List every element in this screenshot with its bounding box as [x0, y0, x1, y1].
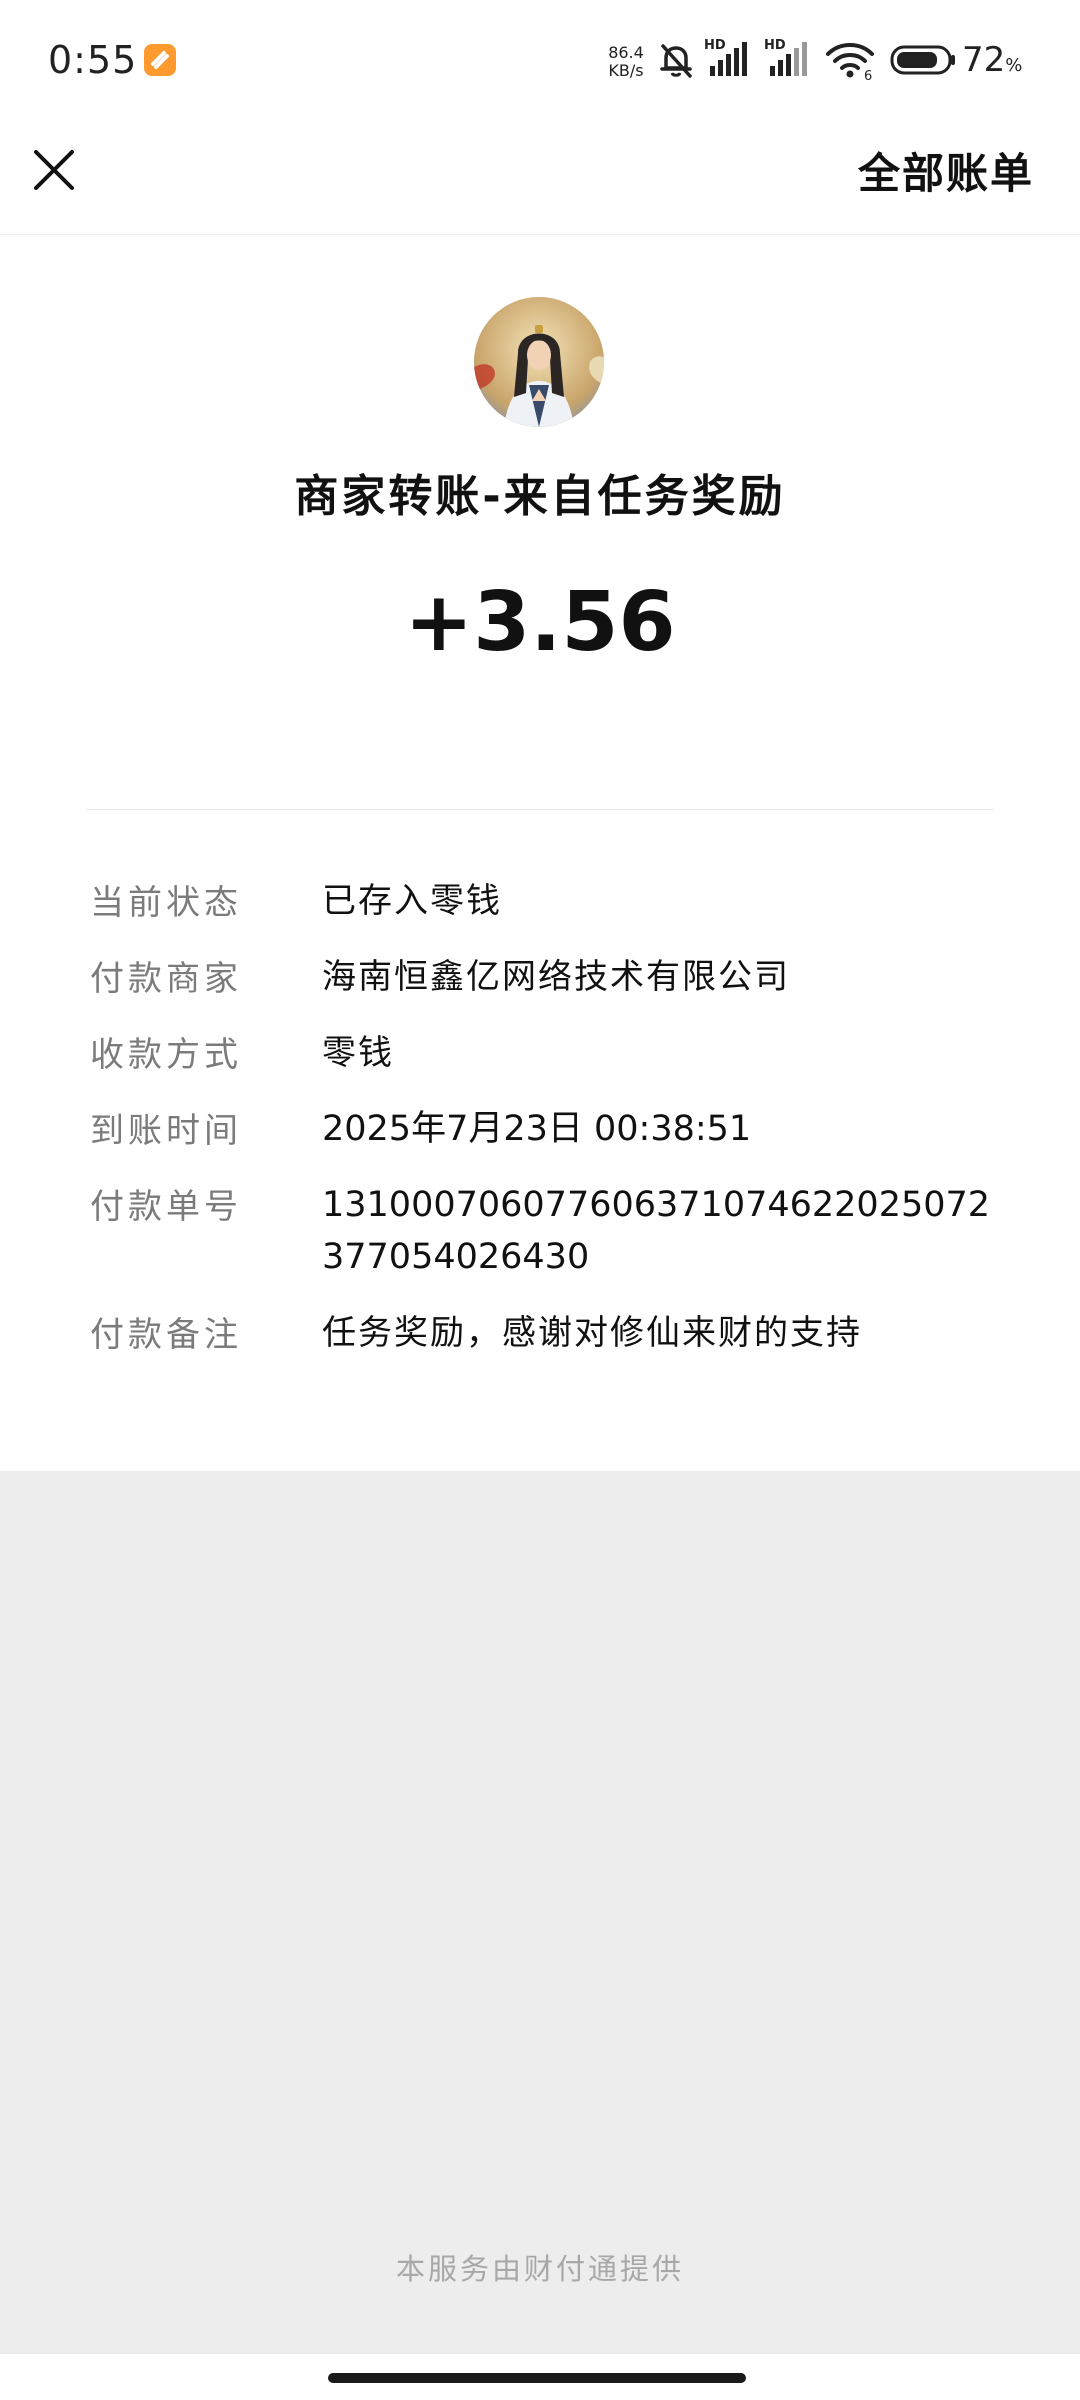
divider — [86, 809, 994, 810]
network-speed-value: 86.4 — [608, 43, 644, 62]
svg-text:6: 6 — [864, 69, 872, 82]
hd-signal-icon: HD — [764, 38, 807, 76]
svg-text:HD: HD — [704, 38, 726, 53]
mute-bell-icon — [660, 44, 692, 78]
detail-value[interactable]: 1310007060776063710746220250723770540264… — [322, 1179, 1002, 1283]
network-speed-unit: KB/s — [608, 61, 644, 80]
detail-label: 收款方式 — [90, 1035, 242, 1075]
status-bar: 0:55 86.4 KB/s HD HD 6 72% — [0, 0, 1080, 122]
transaction-detail-card: 商家转账-来自任务奖励 +3.56 当前状态 已存入零钱 付款商家 海南恒鑫亿网… — [0, 235, 1080, 1471]
wifi-6-icon: 6 — [826, 43, 874, 82]
all-bills-link[interactable]: 全部账单 — [858, 140, 1034, 201]
nav-bar: 全部账单 — [0, 122, 1080, 235]
close-button[interactable] — [26, 142, 82, 198]
detail-label: 付款备注 — [90, 1315, 242, 1355]
detail-value: 任务奖励，感谢对修仙来财的支持 — [322, 1313, 862, 1353]
detail-label: 到账时间 — [90, 1111, 242, 1151]
merchant-avatar — [474, 297, 604, 427]
status-time: 0:55 — [48, 38, 138, 82]
battery-percent-unit: % — [1005, 55, 1023, 76]
detail-label: 付款商家 — [90, 959, 242, 999]
battery-icon — [890, 45, 955, 75]
detail-value: 2025年7月23日 00:38:51 — [322, 1109, 752, 1149]
transaction-title: 商家转账-来自任务奖励 — [294, 471, 786, 522]
battery-percent: 72% — [962, 40, 1022, 80]
transaction-amount: +3.56 — [404, 575, 676, 670]
hd-signal-icon: HD — [704, 38, 747, 76]
network-speed: 86.4 KB/s — [604, 44, 648, 80]
svg-text:HD: HD — [764, 38, 786, 53]
battery-percent-value: 72 — [962, 40, 1006, 80]
detail-value: 已存入零钱 — [322, 881, 502, 921]
app-notification-icon — [144, 44, 176, 76]
provider-footer: 本服务由财付通提供 — [395, 2252, 684, 2286]
detail-value: 海南恒鑫亿网络技术有限公司 — [322, 957, 790, 997]
detail-label: 当前状态 — [90, 883, 242, 923]
close-icon — [34, 150, 74, 190]
detail-label: 付款单号 — [90, 1187, 242, 1227]
detail-value: 零钱 — [322, 1033, 394, 1073]
home-indicator[interactable] — [328, 2373, 746, 2383]
gesture-bar — [0, 2354, 1080, 2400]
